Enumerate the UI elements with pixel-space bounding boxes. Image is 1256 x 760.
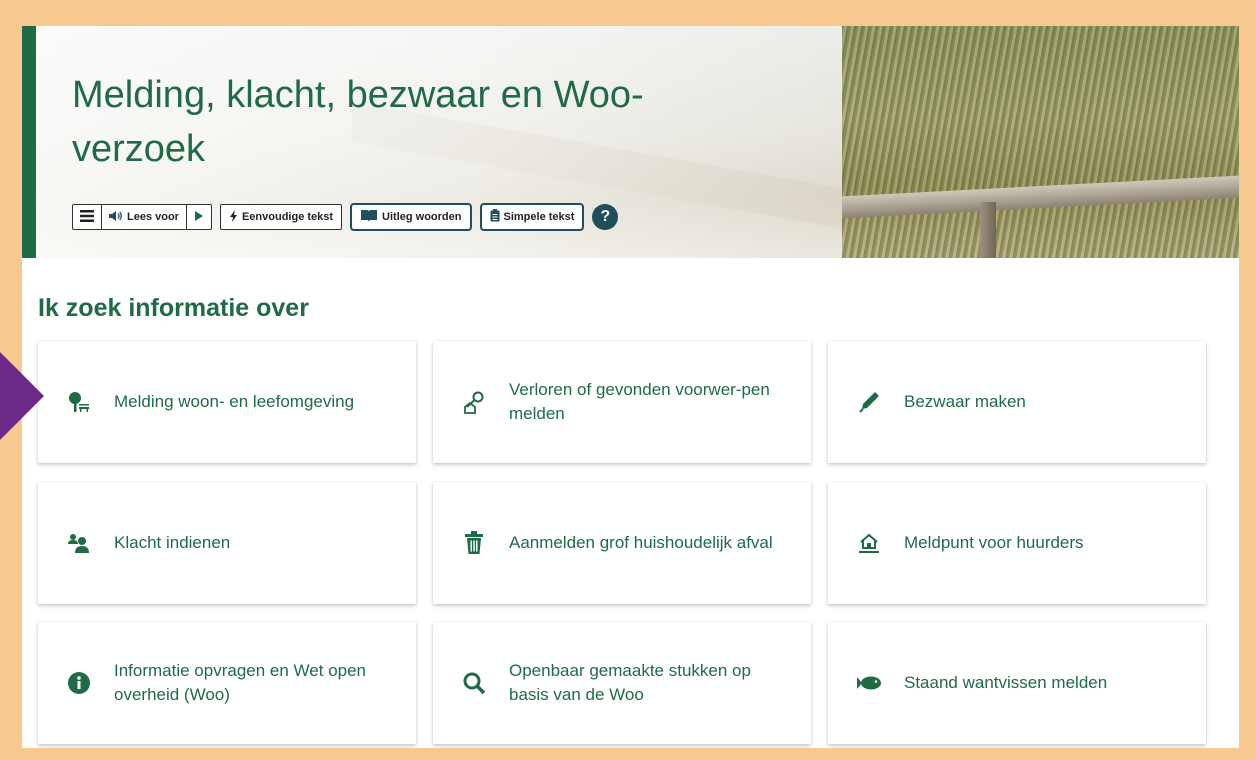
card-label: Aanmelden grof huishoudelijk afval xyxy=(509,533,773,552)
trash-icon xyxy=(461,530,487,556)
card-label: Openbaar gemaakte stukken op basis van d… xyxy=(509,661,751,704)
page-title: Melding, klacht, bezwaar en Woo-verzoek xyxy=(72,74,644,170)
play-icon xyxy=(194,210,204,225)
help-button[interactable]: ? xyxy=(592,204,619,230)
hero-dune-image xyxy=(842,26,1239,258)
card-label: Melding woon- en leefomgeving xyxy=(114,392,355,411)
house-hand-icon xyxy=(856,530,882,556)
play-button[interactable] xyxy=(187,205,211,229)
card-grof-afval[interactable]: Aanmelden grof huishoudelijk afval xyxy=(433,482,811,604)
key-house-icon xyxy=(461,389,487,415)
menu-button[interactable] xyxy=(73,205,102,229)
read-aloud-button[interactable]: Lees voor xyxy=(102,205,187,229)
card-label: Meldpunt voor huurders xyxy=(904,533,1084,552)
easy-text-label: Eenvoudige tekst xyxy=(241,211,334,223)
card-huurders[interactable]: Meldpunt voor huurders xyxy=(828,482,1206,604)
card-label: Verloren of gevonden voorwer-pen melden xyxy=(509,380,770,423)
pointer-arrow xyxy=(0,352,44,440)
card-woo-informatie[interactable]: Informatie opvragen en Wet open overheid… xyxy=(38,622,416,744)
simple-text-button[interactable]: Simpele tekst xyxy=(479,203,585,231)
card-verloren-gevonden[interactable]: Verloren of gevonden voorwer-pen melden xyxy=(433,341,811,463)
pen-icon xyxy=(856,389,882,415)
card-wantvissen[interactable]: Staand wantvissen melden xyxy=(828,622,1206,744)
accent-bar xyxy=(22,26,36,258)
section-title: Ik zoek informatie over xyxy=(38,294,309,322)
card-melding-woon[interactable]: Melding woon- en leefomgeving xyxy=(38,341,416,463)
search-icon xyxy=(461,670,487,696)
easy-text-button[interactable]: Eenvoudige tekst xyxy=(219,204,343,230)
hero-banner: Melding, klacht, bezwaar en Woo-verzoek … xyxy=(22,26,1239,258)
fish-icon xyxy=(856,670,882,696)
card-label: Informatie opvragen en Wet open overheid… xyxy=(114,661,367,704)
menu-icon xyxy=(80,209,94,225)
info-icon xyxy=(66,670,92,696)
speaker-icon xyxy=(109,210,123,225)
card-klacht[interactable]: Klacht indienen xyxy=(38,482,416,604)
simple-text-label: Simpele tekst xyxy=(503,211,575,223)
clipboard-icon xyxy=(490,209,500,225)
card-label: Bezwaar maken xyxy=(904,392,1026,411)
readspeaker-toolbar: Lees voor Eenvoudige tekst Uitleg woorde… xyxy=(72,203,619,231)
card-label: Klacht indienen xyxy=(114,533,231,552)
lightning-icon xyxy=(229,209,238,225)
people-icon xyxy=(66,530,92,556)
explain-words-label: Uitleg woorden xyxy=(382,211,462,223)
tree-bench-icon xyxy=(66,389,92,415)
card-woo-stukken[interactable]: Openbaar gemaakte stukken op basis van d… xyxy=(433,622,811,744)
page-frame: Melding, klacht, bezwaar en Woo-verzoek … xyxy=(22,26,1239,748)
card-label: Staand wantvissen melden xyxy=(904,673,1108,692)
read-aloud-group: Lees voor xyxy=(72,204,212,230)
explain-words-button[interactable]: Uitleg woorden xyxy=(350,203,472,231)
card-bezwaar[interactable]: Bezwaar maken xyxy=(828,341,1206,463)
book-icon xyxy=(360,209,378,225)
read-aloud-label: Lees voor xyxy=(127,211,179,223)
